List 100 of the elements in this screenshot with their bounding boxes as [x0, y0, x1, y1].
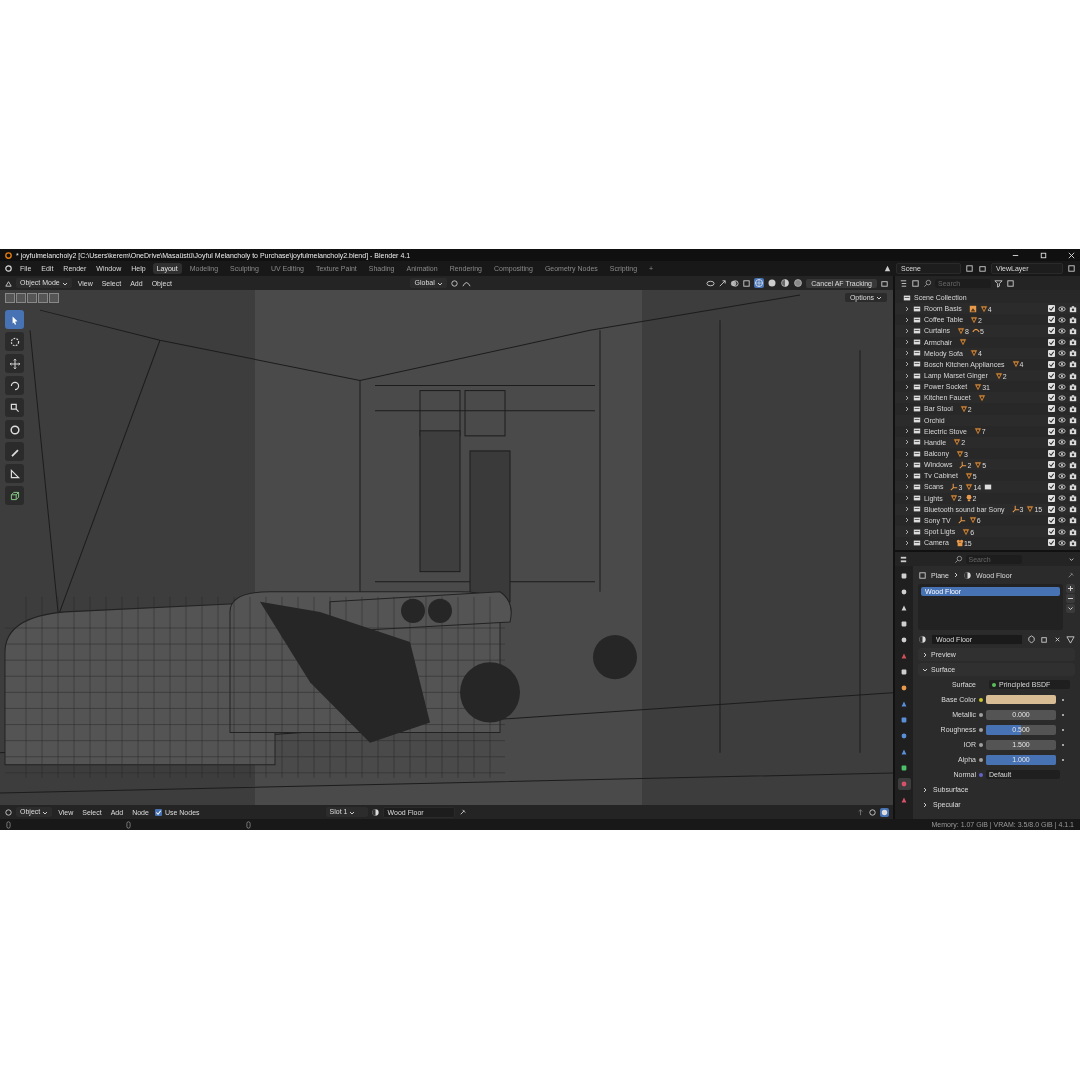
eye-icon[interactable]	[1058, 449, 1066, 458]
add-cube-tool-icon[interactable]	[5, 486, 24, 505]
eye-icon[interactable]	[1058, 304, 1066, 313]
rotate-tool-icon[interactable]	[5, 376, 24, 395]
exclude-checkbox[interactable]	[1048, 383, 1055, 391]
exclude-checkbox[interactable]	[1048, 505, 1056, 513]
eye-icon[interactable]	[1058, 315, 1066, 324]
eye-icon[interactable]	[1058, 338, 1066, 347]
scale-tool-icon[interactable]	[5, 398, 24, 417]
parent-node-icon[interactable]	[856, 807, 865, 817]
eye-icon[interactable]	[1058, 471, 1066, 480]
mesh-icon[interactable]	[994, 371, 1003, 380]
curve-icon[interactable]	[972, 327, 980, 335]
mesh-icon[interactable]	[979, 304, 988, 313]
snap-icon[interactable]	[449, 278, 459, 288]
axes-icon[interactable]	[959, 460, 968, 469]
mesh-icon[interactable]	[959, 404, 968, 413]
camera-icon[interactable]	[1069, 327, 1077, 335]
mesh-icon[interactable]	[970, 315, 979, 324]
exclude-checkbox[interactable]	[1048, 528, 1055, 535]
exclude-checkbox[interactable]	[1048, 316, 1055, 324]
exclude-checkbox[interactable]	[1048, 305, 1055, 313]
camera-icon[interactable]	[1069, 416, 1077, 425]
mesh-icon[interactable]	[962, 527, 971, 536]
mesh-icon[interactable]	[977, 393, 986, 402]
color-swatch[interactable]	[986, 695, 1056, 704]
material-sphere-icon[interactable]	[370, 807, 380, 817]
xray-icon[interactable]	[742, 278, 752, 288]
filter-icon[interactable]	[994, 278, 1003, 288]
snap-icon[interactable]	[868, 807, 877, 817]
camera-icon[interactable]	[1069, 393, 1077, 402]
camera-icon[interactable]	[1069, 538, 1077, 547]
use-nodes-checkbox[interactable]	[154, 808, 162, 816]
camera-icon[interactable]	[1069, 505, 1078, 514]
camera-icon[interactable]	[1069, 338, 1077, 347]
image-icon[interactable]	[968, 304, 977, 313]
minus-icon[interactable]	[1066, 594, 1075, 603]
plus-icon[interactable]	[1066, 584, 1075, 593]
transform-tool-icon[interactable]	[5, 420, 24, 439]
new-collection-icon[interactable]	[1006, 278, 1015, 288]
mesh-icon[interactable]	[965, 482, 974, 491]
material-shading-button[interactable]	[780, 278, 791, 288]
camera-icon[interactable]	[1069, 494, 1077, 503]
gizmo-icon[interactable]	[718, 278, 728, 288]
exclude-checkbox[interactable]	[1048, 372, 1055, 380]
camera-icon[interactable]	[1069, 427, 1077, 436]
mesh-icon[interactable]	[953, 438, 962, 447]
axes-icon[interactable]	[950, 482, 959, 491]
filter-objects-icon[interactable]	[911, 278, 920, 288]
axes-icon[interactable]	[1011, 505, 1020, 514]
material-sphere-icon[interactable]	[918, 634, 927, 644]
mesh-icon[interactable]	[949, 494, 958, 503]
eye-icon[interactable]	[1058, 371, 1066, 380]
eye-icon[interactable]	[1058, 438, 1066, 447]
move-tool-icon[interactable]	[5, 354, 24, 373]
mesh-icon[interactable]	[974, 460, 983, 469]
exclude-checkbox[interactable]	[1048, 450, 1055, 458]
exclude-checkbox[interactable]	[1048, 461, 1055, 469]
mesh-icon[interactable]	[964, 471, 973, 480]
eye-icon[interactable]	[1058, 360, 1066, 369]
camera-icon[interactable]	[1069, 449, 1077, 458]
eye-icon[interactable]	[1058, 538, 1066, 547]
eye-icon[interactable]	[1058, 482, 1066, 491]
eye-icon[interactable]	[1058, 393, 1066, 402]
eye-icon[interactable]	[1058, 427, 1066, 436]
exclude-checkbox[interactable]	[1048, 472, 1055, 480]
mesh-icon[interactable]	[973, 427, 982, 436]
display-mode-icon[interactable]	[899, 278, 908, 288]
camera-view-icon[interactable]	[880, 278, 889, 288]
mesh-icon[interactable]	[959, 338, 967, 347]
exclude-checkbox[interactable]	[1048, 416, 1055, 424]
exclude-checkbox[interactable]	[1048, 539, 1055, 547]
view-layer-icon[interactable]	[978, 264, 987, 273]
eye-icon[interactable]	[1058, 327, 1066, 335]
camera-icon[interactable]	[955, 538, 964, 547]
camera-icon[interactable]	[1069, 349, 1077, 358]
eye-icon[interactable]	[1058, 505, 1067, 514]
camera-icon[interactable]	[1069, 404, 1077, 413]
wireframe-shading-button[interactable]	[754, 278, 765, 288]
eye-icon[interactable]	[1058, 527, 1066, 536]
camera-icon[interactable]	[1069, 371, 1077, 380]
select-tool-icon[interactable]	[5, 310, 24, 329]
eye-icon[interactable]	[1058, 349, 1066, 358]
node-link-icon[interactable]	[1066, 634, 1075, 644]
pin-icon[interactable]	[1066, 570, 1075, 580]
maximize-icon[interactable]	[1039, 250, 1048, 260]
editor-type-icon[interactable]	[899, 554, 908, 564]
axes-icon[interactable]	[957, 516, 966, 525]
camera-icon[interactable]	[1069, 304, 1077, 313]
mesh-icon[interactable]	[968, 516, 977, 525]
camera-icon[interactable]	[1069, 382, 1077, 391]
overlay-icon[interactable]	[730, 278, 740, 288]
eye-icon[interactable]	[1058, 382, 1066, 391]
eye-icon[interactable]	[1058, 416, 1066, 425]
mesh-icon[interactable]	[1026, 505, 1035, 514]
collection-icon[interactable]	[984, 482, 993, 491]
new-scene-icon[interactable]	[965, 264, 974, 273]
measure-tool-icon[interactable]	[5, 464, 24, 483]
scene-icon[interactable]	[883, 264, 892, 273]
exclude-checkbox[interactable]	[1048, 360, 1055, 368]
